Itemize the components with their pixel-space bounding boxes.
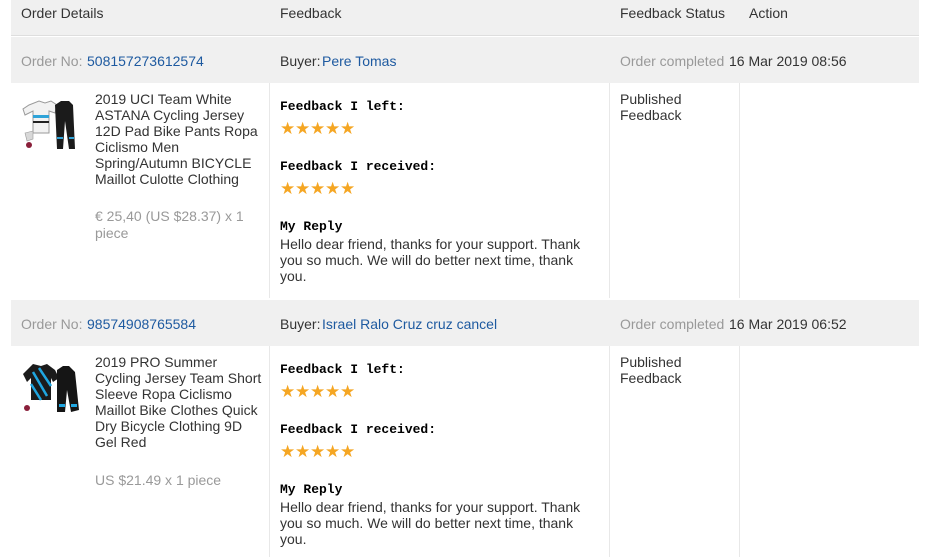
buyer-label: Buyer: (280, 53, 321, 69)
star-icon: ★ (325, 382, 341, 401)
my-reply-label: My Reply (280, 219, 343, 234)
order-body: 2019 PRO Summer Cycling Jersey Team Shor… (11, 346, 919, 557)
cycling-kit-blue-icon[interactable] (19, 356, 83, 420)
my-reply-label: My Reply (280, 482, 343, 497)
feedback-left-stars: ★★★★★ (280, 119, 356, 138)
star-icon: ★ (280, 179, 296, 198)
feedback-received-label: Feedback I received: (280, 422, 437, 437)
feedback-received-stars: ★★★★★ (280, 442, 356, 461)
star-icon: ★ (310, 179, 326, 198)
order-no-link[interactable]: 98574908765584 (87, 316, 196, 332)
star-icon: ★ (325, 179, 341, 198)
my-reply-text: Hello dear friend, thanks for your suppo… (280, 236, 581, 284)
star-icon: ★ (280, 442, 296, 461)
star-icon: ★ (310, 382, 326, 401)
star-icon: ★ (310, 442, 326, 461)
feedback-left-label: Feedback I left: (280, 99, 405, 114)
column-divider (739, 83, 740, 298)
col-action: Action (749, 5, 788, 21)
buyer-label: Buyer: (280, 316, 321, 332)
column-divider (269, 83, 270, 298)
product-title[interactable]: 2019 PRO Summer Cycling Jersey Team Shor… (95, 354, 263, 450)
star-icon: ★ (310, 119, 326, 138)
star-icon: ★ (295, 119, 311, 138)
star-icon: ★ (340, 382, 356, 401)
feedback-status: Published Feedback (620, 91, 682, 123)
feedback-received-label: Feedback I received: (280, 159, 437, 174)
col-order-details: Order Details (21, 5, 104, 21)
order-body: 2019 UCI Team White ASTANA Cycling Jerse… (11, 83, 919, 298)
cycling-kit-white-icon[interactable] (19, 93, 83, 157)
feedback-left-stars: ★★★★★ (280, 382, 356, 401)
star-icon: ★ (295, 442, 311, 461)
column-divider (269, 346, 270, 557)
star-icon: ★ (295, 382, 311, 401)
order-completed-date: 16 Mar 2019 08:56 (729, 53, 847, 69)
order-status-label: Order completed (620, 53, 725, 69)
star-icon: ★ (340, 119, 356, 138)
column-divider (739, 346, 740, 557)
product-price: € 25,40 (US $28.37) x 1 piece (95, 208, 244, 241)
star-icon: ★ (280, 119, 296, 138)
order-row: Order No: 508157273612574 Buyer: Pere To… (11, 37, 919, 83)
product-title[interactable]: 2019 UCI Team White ASTANA Cycling Jerse… (95, 91, 263, 187)
star-icon: ★ (340, 442, 356, 461)
order-completed-date: 16 Mar 2019 06:52 (729, 316, 847, 332)
star-icon: ★ (325, 442, 341, 461)
feedback-status: Published Feedback (620, 354, 682, 386)
col-feedback-status: Feedback Status (620, 5, 726, 21)
buyer-link[interactable]: Israel Ralo Cruz cruz cancel (322, 316, 497, 332)
star-icon: ★ (325, 119, 341, 138)
star-icon: ★ (280, 382, 296, 401)
order-status-label: Order completed (620, 316, 725, 332)
feedback-table: Order Details Feedback Feedback Status A… (11, 0, 919, 557)
column-divider (609, 83, 610, 298)
product-price: US $21.49 x 1 piece (95, 472, 222, 488)
buyer-link[interactable]: Pere Tomas (322, 53, 396, 69)
feedback-received-stars: ★★★★★ (280, 179, 356, 198)
order-no-label: Order No: (21, 53, 83, 69)
my-reply-text: Hello dear friend, thanks for your suppo… (280, 499, 581, 547)
order-no-link[interactable]: 508157273612574 (87, 53, 204, 69)
star-icon: ★ (340, 179, 356, 198)
order-row: Order No: 98574908765584 Buyer: Israel R… (11, 300, 919, 346)
feedback-left-label: Feedback I left: (280, 362, 405, 377)
col-feedback: Feedback (280, 5, 342, 21)
table-header: Order Details Feedback Feedback Status A… (11, 0, 919, 36)
order-no-label: Order No: (21, 316, 83, 332)
column-divider (609, 346, 610, 557)
star-icon: ★ (295, 179, 311, 198)
